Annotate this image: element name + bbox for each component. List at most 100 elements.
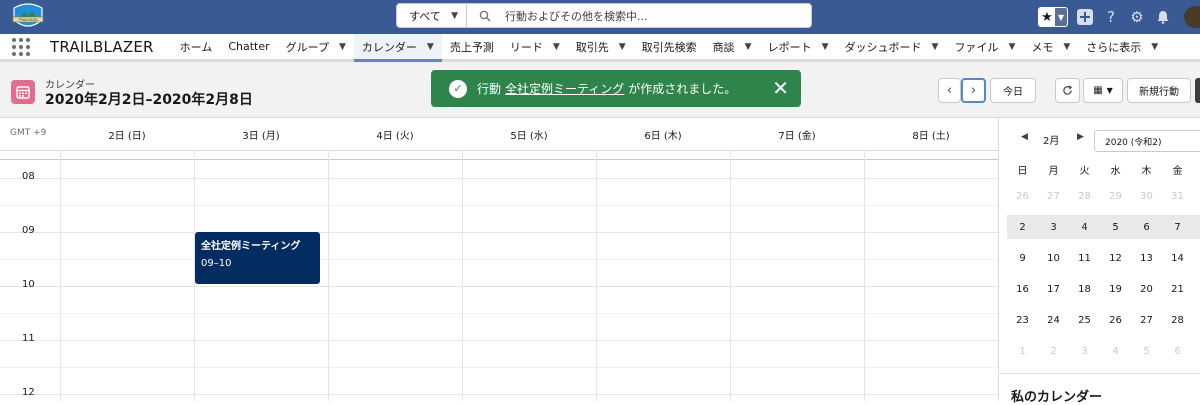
mini-calendar-day[interactable]: 11	[1069, 253, 1100, 264]
bell-icon[interactable]	[1154, 8, 1172, 26]
nav-item[interactable]: レポート ▼	[760, 34, 837, 59]
search-icon	[479, 10, 491, 21]
add-icon[interactable]	[1076, 8, 1094, 26]
mini-calendar-day[interactable]: 30	[1131, 191, 1162, 202]
mini-calendar-day[interactable]: 7	[1162, 222, 1193, 233]
mini-calendar-day[interactable]: 26	[1007, 191, 1038, 202]
mini-calendar-day[interactable]: 12	[1100, 253, 1131, 264]
nav-item[interactable]: Chatter	[220, 34, 277, 59]
chevron-down-icon[interactable]: ▼	[1055, 8, 1067, 26]
nav-item[interactable]: グループ ▼	[278, 34, 354, 59]
nav-item[interactable]: 取引先 ▼	[568, 34, 634, 59]
chevron-down-icon[interactable]: ▼	[1008, 42, 1015, 52]
nav-item[interactable]: ファイル ▼	[946, 34, 1023, 59]
prev-month-icon[interactable]: ◀	[1021, 132, 1028, 142]
weekday-label: 水	[1110, 166, 1121, 177]
day-header[interactable]: 5日 (水)	[462, 118, 596, 150]
day-header[interactable]: 2日 (日)	[60, 118, 194, 150]
day-header[interactable]: 8日 (土)	[864, 118, 998, 150]
chevron-down-icon[interactable]: ▼	[1063, 42, 1070, 52]
search-input[interactable]: 行動およびその他を検索中...	[505, 8, 648, 24]
gear-icon[interactable]: ⚙	[1128, 8, 1146, 26]
year-select[interactable]: 2020 (令和2)	[1094, 130, 1200, 152]
chevron-down-icon[interactable]: ▼	[427, 42, 434, 52]
app-launcher-icon[interactable]	[0, 34, 42, 59]
mini-calendar-day[interactable]: 29	[1100, 191, 1131, 202]
mini-calendar-day[interactable]: 6	[1131, 222, 1162, 233]
mini-calendar-day[interactable]: 4	[1100, 346, 1131, 357]
nav-item[interactable]: 商談 ▼	[705, 34, 760, 59]
toast-record-link[interactable]: 全社定例ミーティング	[505, 80, 624, 97]
close-icon[interactable]: ✕	[772, 76, 789, 100]
mini-calendar-day[interactable]: 10	[1038, 253, 1069, 264]
chevron-down-icon[interactable]: ▼	[553, 42, 560, 52]
mini-calendar-panel: ◀ 2月 ▶ 2020 (令和2) 日月火水木金 26 27 28 29 30 31 2 3 4…	[998, 118, 1200, 405]
next-month-icon[interactable]: ▶	[1077, 132, 1084, 142]
mini-calendar-day[interactable]: 26	[1100, 315, 1131, 326]
nav-item[interactable]: カレンダー ▼	[353, 34, 442, 62]
mini-calendar-day[interactable]: 27	[1131, 315, 1162, 326]
chevron-down-icon[interactable]: ▼	[1151, 42, 1158, 52]
mini-calendar-day[interactable]: 2	[1038, 346, 1069, 357]
calendar-event[interactable]: 全社定例ミーティング 09–10	[195, 232, 320, 284]
trailhead-logo[interactable]: TRAILHEAD	[10, 2, 46, 32]
mini-calendar-day[interactable]: 14	[1162, 253, 1193, 264]
calendar-view-dropdown[interactable]: ▦ ▼	[1083, 78, 1123, 103]
chevron-down-icon[interactable]: ▼	[619, 42, 626, 52]
search-scope-dropdown[interactable]: すべて ▼	[397, 4, 467, 27]
mini-calendar-day[interactable]: 28	[1069, 191, 1100, 202]
global-search[interactable]: すべて ▼ 行動およびその他を検索中...	[396, 3, 812, 28]
mini-calendar-day[interactable]: 19	[1100, 284, 1131, 295]
new-event-button[interactable]: 新規行動	[1127, 78, 1191, 103]
nav-item[interactable]: メモ ▼	[1023, 34, 1078, 59]
day-header[interactable]: 3日 (月)	[194, 118, 328, 150]
today-button[interactable]: 今日	[990, 78, 1036, 103]
day-header[interactable]: 7日 (金)	[730, 118, 864, 150]
refresh-icon[interactable]	[1055, 78, 1080, 103]
chevron-down-icon[interactable]: ▼	[339, 42, 346, 52]
mini-calendar-day[interactable]: 25	[1069, 315, 1100, 326]
nav-item-label: メモ	[1031, 40, 1054, 54]
mini-calendar-day[interactable]: 1	[1007, 346, 1038, 357]
mini-calendar-day[interactable]: 24	[1038, 315, 1069, 326]
mini-calendar-day[interactable]: 9	[1007, 253, 1038, 264]
mini-calendar-day[interactable]: 16	[1007, 284, 1038, 295]
overflow-button[interactable]	[1195, 78, 1200, 103]
mini-calendar-day[interactable]: 3	[1038, 222, 1069, 233]
chevron-down-icon[interactable]: ▼	[932, 42, 939, 52]
mini-calendar-day[interactable]: 2	[1007, 222, 1038, 233]
nav-item-label: 取引先検索	[641, 40, 697, 54]
nav-item-label: リード	[509, 40, 543, 54]
mini-calendar-day[interactable]: 18	[1069, 284, 1100, 295]
mini-calendar-day[interactable]: 21	[1162, 284, 1193, 295]
mini-calendar-day[interactable]: 13	[1131, 253, 1162, 264]
chevron-down-icon[interactable]: ▼	[822, 42, 829, 52]
mini-calendar-day[interactable]: 28	[1162, 315, 1193, 326]
favorites-button[interactable]: ★ ▼	[1038, 7, 1068, 27]
nav-item[interactable]: ホーム	[172, 34, 221, 59]
help-icon[interactable]: ?	[1102, 8, 1120, 26]
mini-calendar-day[interactable]: 23	[1007, 315, 1038, 326]
day-header[interactable]: 6日 (木)	[596, 118, 730, 150]
nav-item[interactable]: リード ▼	[502, 34, 568, 59]
chevron-down-icon[interactable]: ▼	[745, 42, 752, 52]
next-week-button[interactable]: ›	[961, 78, 986, 103]
nav-item[interactable]: ダッシュボード ▼	[837, 34, 947, 59]
hour-label: 10	[22, 279, 35, 290]
nav-item-label: さらに表示	[1086, 40, 1142, 54]
mini-calendar-day[interactable]: 5	[1100, 222, 1131, 233]
previous-week-button[interactable]: ‹	[938, 78, 961, 103]
mini-calendar-day[interactable]: 6	[1162, 346, 1193, 357]
nav-item[interactable]: 売上予測	[442, 34, 502, 59]
mini-calendar-day[interactable]: 4	[1069, 222, 1100, 233]
nav-item[interactable]: さらに表示 ▼	[1078, 34, 1166, 59]
avatar[interactable]	[1184, 6, 1200, 28]
mini-calendar-day[interactable]: 20	[1131, 284, 1162, 295]
day-header[interactable]: 4日 (火)	[328, 118, 462, 150]
nav-item[interactable]: 取引先検索	[634, 34, 705, 59]
mini-calendar-day[interactable]: 3	[1069, 346, 1100, 357]
mini-calendar-day[interactable]: 17	[1038, 284, 1069, 295]
mini-calendar-day[interactable]: 5	[1131, 346, 1162, 357]
mini-calendar-day[interactable]: 27	[1038, 191, 1069, 202]
mini-calendar-day[interactable]: 31	[1162, 191, 1193, 202]
